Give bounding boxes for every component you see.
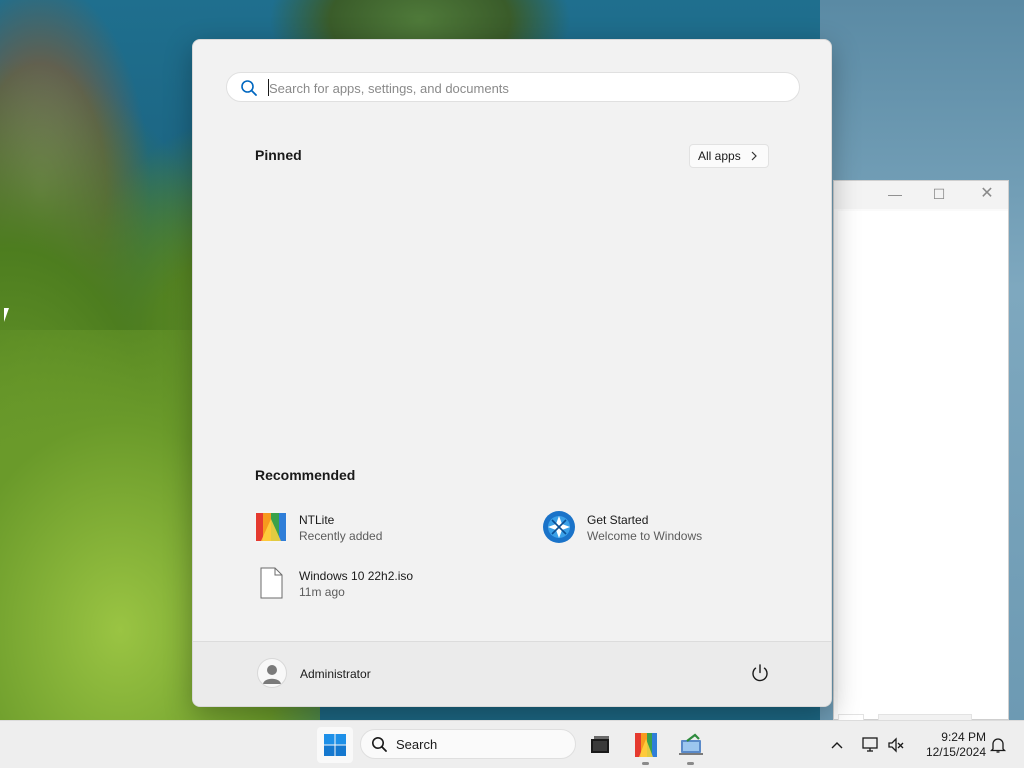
get-started-icon [543,511,575,543]
window-titlebar[interactable]: — ☐ ✕ [834,181,1008,209]
taskbar-clock[interactable]: 9:24 PM 12/15/2024 [912,730,986,760]
power-icon[interactable] [749,662,771,684]
clock-date: 12/15/2024 [925,745,986,759]
text-caret [268,79,269,96]
all-apps-label: All apps [698,149,741,163]
recommended-item-iso[interactable]: Windows 10 22h2.iso 11m ago [255,563,505,603]
recommended-item-get-started[interactable]: Get Started Welcome to Windows [543,507,793,547]
minimize-icon[interactable]: — [888,187,902,201]
recommended-heading: Recommended [255,467,356,483]
user-name: Administrator [300,667,371,681]
task-view-icon [591,736,609,753]
user-icon [263,665,281,684]
taskbar-app-setup[interactable] [673,727,709,765]
task-view-button[interactable] [582,727,618,763]
window-content: Next [838,211,1008,738]
avatar [257,658,287,688]
user-account-button[interactable]: Administrator [257,658,457,690]
taskbar-app-ntlite[interactable] [628,727,664,765]
network-icon[interactable] [860,735,880,755]
search-icon [241,80,257,96]
search-icon [372,737,387,752]
windows-logo-icon [324,734,346,756]
setup-icon [679,733,703,755]
volume-muted-icon[interactable] [886,735,906,755]
mouse-cursor [4,308,14,322]
start-menu-footer: Administrator [193,641,831,706]
recommended-item-name: Windows 10 22h2.iso [299,569,414,583]
recommended-item-name: NTLite [299,513,335,527]
pinned-heading: Pinned [255,147,302,163]
recommended-item-subtitle: Recently added [299,529,383,543]
chevron-up-icon[interactable] [829,737,845,753]
start-menu: Pinned All apps Recommended NTLite Recen… [192,39,832,707]
start-button[interactable] [317,727,353,763]
running-indicator [687,762,694,765]
ntlite-icon [635,733,657,757]
clock-time: 9:24 PM [941,730,986,744]
taskbar: Search 9:24 PM 12/15/2024 [0,720,1024,768]
taskbar-search-box[interactable]: Search [360,729,576,759]
recommended-item-subtitle: Welcome to Windows [587,529,703,543]
running-indicator [642,762,649,765]
notification-icon[interactable] [988,735,1008,755]
start-search-input[interactable] [267,78,771,98]
ntlite-icon [255,511,287,543]
recommended-item-subtitle: 11m ago [299,585,345,599]
taskbar-search-label: Search [396,737,438,752]
all-apps-button[interactable]: All apps [689,144,769,168]
recommended-item-name: Get Started [587,513,649,527]
close-icon[interactable]: ✕ [980,186,994,202]
file-icon [260,567,283,599]
background-window[interactable]: — ☐ ✕ Next [833,180,1009,738]
recommended-item-ntlite[interactable]: NTLite Recently added [255,507,505,547]
maximize-icon[interactable]: ☐ [932,187,946,201]
chevron-right-icon [751,151,757,161]
start-search-box[interactable] [226,72,800,102]
